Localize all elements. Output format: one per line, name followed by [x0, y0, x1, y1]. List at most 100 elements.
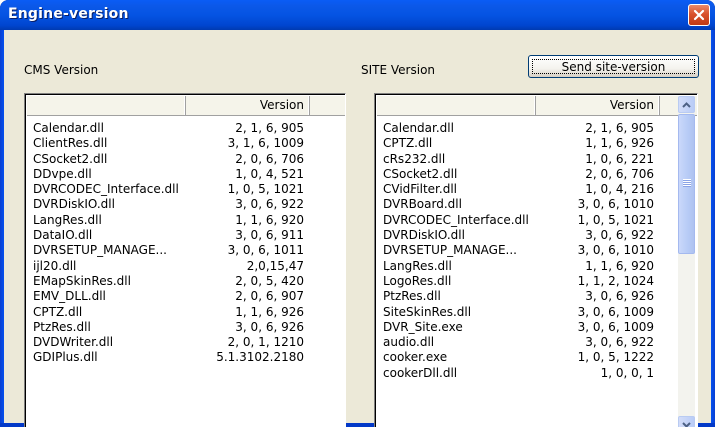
module-version: 3, 0, 6, 911: [235, 228, 304, 243]
module-name: EMapSkinRes.dll: [33, 273, 131, 288]
list-item[interactable]: LangRes.dll 1, 1, 6, 920: [27, 213, 310, 228]
list-item[interactable]: DVDWriter.dll 2, 0, 1, 1210: [27, 335, 310, 350]
module-name: DVRDiskIO.dll: [383, 228, 465, 243]
module-name: LangRes.dll: [383, 258, 452, 273]
list-item[interactable]: cookerDll.dll 1, 0, 0, 1: [377, 366, 660, 381]
module-version: 1, 0, 5, 1222: [577, 350, 654, 365]
title-bar[interactable]: Engine-version: [0, 0, 715, 30]
list-item[interactable]: CPTZ.dll 1, 1, 6, 926: [27, 305, 310, 320]
module-version: 2, 0, 1, 1210: [227, 335, 304, 350]
module-name: DDvpe.dll: [33, 166, 92, 181]
module-name: ClientRes.dll: [33, 136, 108, 151]
module-version: 1, 1, 6, 926: [235, 304, 304, 319]
chevron-up-icon: [682, 101, 691, 108]
list-item[interactable]: CVidFilter.dll 1, 0, 4, 216: [377, 182, 660, 197]
site-list-header: Version: [377, 96, 697, 116]
list-item[interactable]: DVRCODEC_Interface.dll 1, 0, 5, 1021: [377, 213, 660, 228]
module-name: CPTZ.dll: [33, 304, 83, 319]
site-header-version[interactable]: Version: [536, 96, 660, 116]
module-name: Calendar.dll: [383, 121, 454, 135]
list-item[interactable]: cRs232.dll 1, 0, 6, 221: [377, 152, 660, 167]
module-name: ijl20.dll: [33, 258, 77, 273]
module-version: 3, 0, 6, 1010: [577, 243, 654, 258]
list-item[interactable]: DVRSETUP_MANAGE... 3, 0, 6, 1010: [377, 243, 660, 258]
module-name: DVRBoard.dll: [383, 197, 462, 212]
module-version: 2, 0, 6, 706: [235, 151, 304, 166]
cms-header-extra[interactable]: [310, 96, 345, 116]
site-version-label: SITE Version: [361, 63, 436, 77]
module-name: audio.dll: [383, 335, 435, 350]
cms-header-name[interactable]: [27, 96, 186, 116]
module-version: 2, 1, 6, 905: [585, 121, 654, 135]
module-name: EMV_DLL.dll: [33, 289, 106, 304]
list-item[interactable]: ijl20.dll 2,0,15,47: [27, 259, 310, 274]
list-item[interactable]: GDIPlus.dll 5.1.3102.2180: [27, 350, 310, 365]
list-item[interactable]: DVRBoard.dll 3, 0, 6, 1010: [377, 197, 660, 212]
module-version: 1, 0, 5, 1021: [227, 182, 304, 197]
window-title: Engine-version: [8, 6, 129, 22]
list-item[interactable]: Calendar.dll 2, 1, 6, 905: [377, 121, 660, 136]
list-item[interactable]: EMV_DLL.dll 2, 0, 6, 907: [27, 289, 310, 304]
cms-list-header: Version: [27, 96, 345, 116]
list-item[interactable]: DDvpe.dll 1, 0, 4, 521: [27, 167, 310, 182]
site-version-list[interactable]: Version Calendar.dll 2, 1, 6, 905 CPTZ.dll…: [374, 93, 698, 427]
module-version: 2, 0, 6, 706: [585, 166, 654, 181]
list-item[interactable]: CSocket2.dll 2, 0, 6, 706: [27, 152, 310, 167]
list-item[interactable]: DataIO.dll 3, 0, 6, 911: [27, 228, 310, 243]
module-name: DVRCODEC_Interface.dll: [33, 182, 179, 197]
list-item[interactable]: ClientRes.dll 3, 1, 6, 1009: [27, 136, 310, 151]
dialog-body: CMS Version SITE Version Send site-versi…: [4, 30, 711, 427]
list-item[interactable]: LangRes.dll 1, 1, 6, 920: [377, 259, 660, 274]
close-button[interactable]: [688, 4, 710, 26]
scroll-thumb[interactable]: [678, 114, 695, 254]
list-item[interactable]: PtzRes.dll 3, 0, 6, 926: [377, 289, 660, 304]
module-name: DVRCODEC_Interface.dll: [383, 212, 529, 227]
grip-icon: [683, 179, 691, 187]
module-version: 1, 0, 4, 216: [585, 182, 654, 197]
list-item[interactable]: PtzRes.dll 3, 0, 6, 926: [27, 320, 310, 335]
list-item[interactable]: Calendar.dll 2, 1, 6, 905: [27, 121, 310, 136]
send-site-version-button[interactable]: Send site-version: [528, 55, 699, 78]
module-name: DVRDiskIO.dll: [33, 197, 115, 212]
module-name: PtzRes.dll: [383, 289, 441, 304]
cms-version-label: CMS Version: [24, 63, 99, 77]
module-name: LangRes.dll: [33, 212, 102, 227]
module-version: 3, 0, 6, 1009: [577, 319, 654, 334]
module-version: 3, 0, 6, 926: [235, 319, 304, 334]
module-version: 2, 0, 6, 907: [235, 289, 304, 304]
list-item[interactable]: LogoRes.dll 1, 1, 2, 1024: [377, 274, 660, 289]
scroll-up-button[interactable]: [678, 96, 695, 113]
list-item[interactable]: DVRSETUP_MANAGE... 3, 0, 6, 1011: [27, 243, 310, 258]
module-version: 5.1.3102.2180: [216, 350, 304, 365]
scroll-down-button[interactable]: [678, 416, 695, 427]
module-version: 1, 0, 6, 221: [585, 151, 654, 166]
module-name: SiteSkinRes.dll: [383, 304, 472, 319]
list-item[interactable]: DVR_Site.exe 3, 0, 6, 1009: [377, 320, 660, 335]
module-version: 1, 1, 6, 926: [585, 136, 654, 151]
list-item[interactable]: DVRDiskIO.dll 3, 0, 6, 922: [27, 197, 310, 212]
module-name: CPTZ.dll: [383, 136, 433, 151]
list-item[interactable]: SiteSkinRes.dll 3, 0, 6, 1009: [377, 305, 660, 320]
module-name: GDIPlus.dll: [33, 350, 98, 365]
site-list-scrollbar[interactable]: [678, 96, 695, 427]
list-item[interactable]: CPTZ.dll 1, 1, 6, 926: [377, 136, 660, 151]
cms-header-version[interactable]: Version: [186, 96, 310, 116]
list-item[interactable]: DVRCODEC_Interface.dll 1, 0, 5, 1021: [27, 182, 310, 197]
module-version: 1, 0, 4, 521: [235, 166, 304, 181]
list-item[interactable]: audio.dll 3, 0, 6, 922: [377, 335, 660, 350]
list-item[interactable]: CSocket2.dll 2, 0, 6, 706: [377, 167, 660, 182]
close-icon: [693, 9, 705, 21]
module-version: 2, 1, 6, 905: [235, 121, 304, 135]
list-item[interactable]: EMapSkinRes.dll 2, 0, 5, 420: [27, 274, 310, 289]
module-name: cookerDll.dll: [383, 365, 458, 380]
module-name: CSocket2.dll: [383, 166, 458, 181]
cms-version-list[interactable]: Version Calendar.dll 2, 1, 6, 905 ClientRe…: [24, 93, 346, 427]
list-item[interactable]: DVRDiskIO.dll 3, 0, 6, 922: [377, 228, 660, 243]
module-name: cRs232.dll: [383, 151, 446, 166]
list-item[interactable]: cooker.exe 1, 0, 5, 1222: [377, 350, 660, 365]
module-version: 3, 0, 6, 1011: [227, 243, 304, 258]
module-name: DVRSETUP_MANAGE...: [33, 243, 167, 258]
cms-list-rows: Calendar.dll 2, 1, 6, 905 ClientRes.dll 3, …: [27, 121, 310, 366]
engine-version-window: Engine-version CMS Version SITE Version …: [0, 0, 715, 427]
site-header-name[interactable]: [377, 96, 536, 116]
